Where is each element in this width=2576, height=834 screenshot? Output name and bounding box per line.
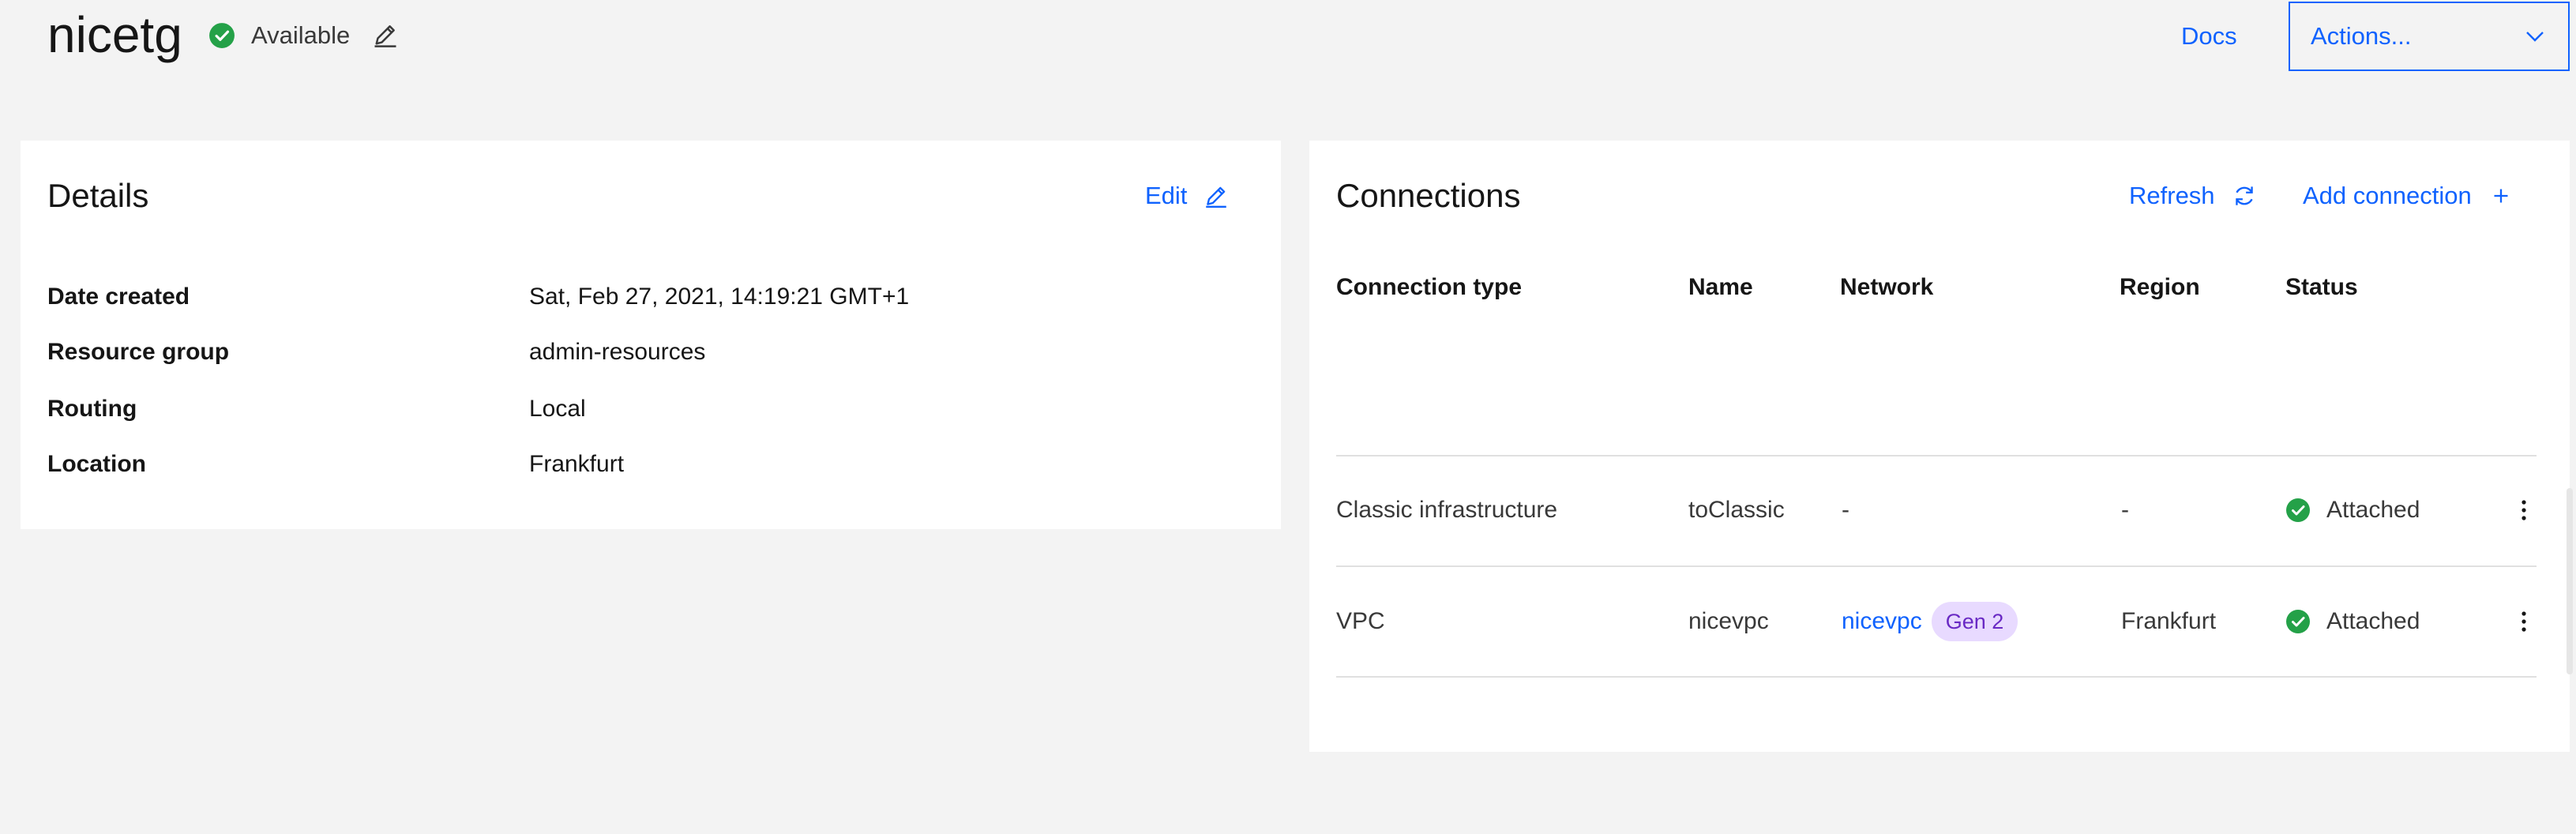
detail-value: Local xyxy=(529,396,586,422)
cell-name: nicevpc xyxy=(1688,608,1769,634)
cell-status: Attached xyxy=(2285,456,2420,564)
cell-status: Attached xyxy=(2285,567,2420,676)
docs-link[interactable]: Docs xyxy=(2181,19,2237,54)
edit-details-button[interactable]: Edit xyxy=(1145,178,1230,213)
overflow-menu-icon[interactable] xyxy=(2511,493,2537,528)
refresh-label: Refresh xyxy=(2129,182,2215,209)
details-card: Details Edit Date created Sat, Feb 27, 2… xyxy=(21,141,1281,529)
checkmark-filled-icon xyxy=(2286,610,2310,633)
chevron-down-icon xyxy=(2526,32,2544,42)
cell-connection-type: VPC xyxy=(1336,608,1385,634)
status-indicator: Available xyxy=(208,17,350,54)
checkmark-filled-icon xyxy=(2286,498,2310,522)
detail-value: Frankfurt xyxy=(529,451,625,477)
column-header-network[interactable]: Network xyxy=(1840,259,1933,316)
generation-tag: Gen 2 xyxy=(1931,602,2018,641)
page-title: nicetg xyxy=(47,6,182,63)
connections-card: Connections Refresh Add connection Conne… xyxy=(1309,141,2570,752)
column-header-status[interactable]: Status xyxy=(2285,259,2358,316)
cell-connection-type: Classic infrastructure xyxy=(1336,497,1558,523)
cell-name: toClassic xyxy=(1688,497,1785,523)
cell-region: - xyxy=(2121,497,2129,523)
add-connection-label: Add connection xyxy=(2303,182,2472,209)
connections-title: Connections xyxy=(1336,177,1521,214)
row-divider xyxy=(1336,676,2537,678)
detail-key: Location xyxy=(47,451,146,477)
detail-key: Date created xyxy=(47,284,190,310)
status-text: Attached xyxy=(2326,608,2420,634)
actions-dropdown[interactable]: Actions... xyxy=(2289,2,2570,71)
column-header-region[interactable]: Region xyxy=(2120,259,2200,316)
add-icon xyxy=(2494,189,2508,203)
status-label: Available xyxy=(251,21,351,49)
checkmark-filled-icon xyxy=(209,23,235,48)
cell-network: nicevpc Gen 2 xyxy=(1842,567,2018,676)
status-text: Attached xyxy=(2326,497,2420,523)
edit-icon xyxy=(1206,186,1227,208)
scrollbar[interactable] xyxy=(2567,488,2573,674)
network-link[interactable]: nicevpc xyxy=(1842,608,1922,635)
detail-key: Resource group xyxy=(47,339,230,365)
overflow-menu-icon[interactable] xyxy=(2511,604,2537,639)
column-header-name[interactable]: Name xyxy=(1688,259,1753,316)
detail-value: admin-resources xyxy=(529,339,706,365)
actions-dropdown-label: Actions... xyxy=(2311,22,2412,50)
detail-value: Sat, Feb 27, 2021, 14:19:21 GMT+1 xyxy=(529,284,910,310)
cell-region: Frankfurt xyxy=(2121,608,2217,634)
edit-name-icon[interactable] xyxy=(371,21,400,49)
refresh-button[interactable]: Refresh xyxy=(2129,178,2258,213)
edit-details-label: Edit xyxy=(1145,182,1188,209)
add-connection-button[interactable]: Add connection xyxy=(2303,178,2514,213)
column-header-connection-type[interactable]: Connection type xyxy=(1336,259,1522,316)
cell-network: - xyxy=(1842,497,1849,523)
page-header: nicetg Available Docs Actions... xyxy=(0,0,2576,95)
details-title: Details xyxy=(47,177,149,214)
refresh-icon xyxy=(2235,186,2253,205)
detail-key: Routing xyxy=(47,396,137,422)
